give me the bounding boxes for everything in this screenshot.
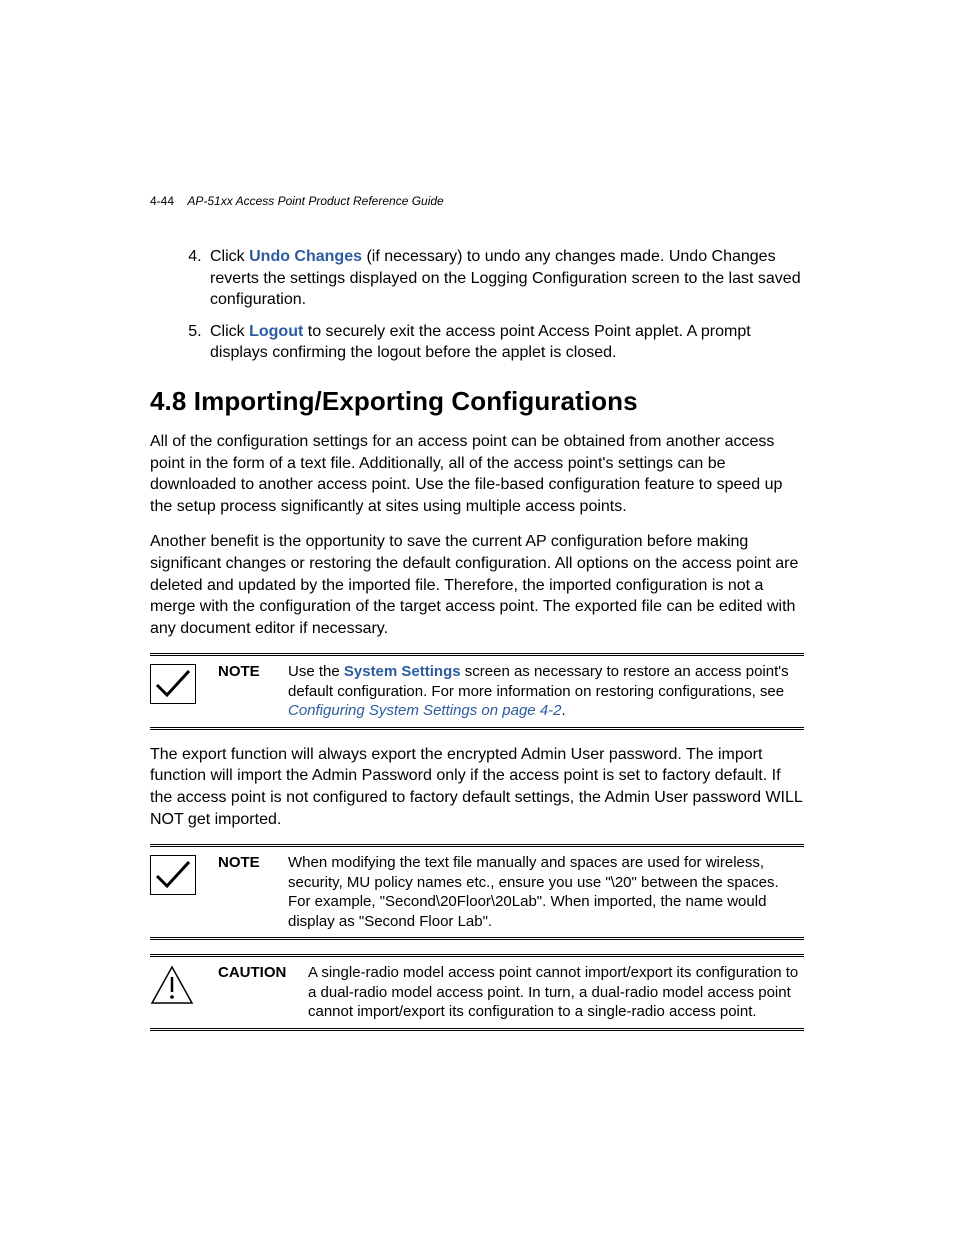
note-label: NOTE xyxy=(218,662,288,682)
intro-para-3: The export function will always export t… xyxy=(150,744,804,830)
intro-para-2: Another benefit is the opportunity to sa… xyxy=(150,531,804,639)
check-icon xyxy=(150,664,196,704)
undo-changes-button-label: Undo Changes xyxy=(249,248,362,265)
note-callout-1: NOTE Use the System Settings screen as n… xyxy=(150,653,804,730)
note-callout-2: NOTE When modifying the text file manual… xyxy=(150,844,804,940)
step-5-pre: Click xyxy=(210,323,249,340)
note-2-text: When modifying the text file manually an… xyxy=(288,853,804,931)
step-5: Click Logout to securely exit the access… xyxy=(206,321,804,364)
running-header: 4-44 AP-51xx Access Point Product Refere… xyxy=(150,194,444,208)
content: Click Undo Changes (if necessary) to und… xyxy=(150,246,804,1031)
check-icon-cell xyxy=(150,662,218,704)
logout-button-label: Logout xyxy=(249,323,303,340)
section-number: 4.8 xyxy=(150,386,186,416)
caution-label: CAUTION xyxy=(218,963,308,983)
system-settings-label: System Settings xyxy=(344,663,461,680)
note-1-text: Use the System Settings screen as necess… xyxy=(288,662,804,721)
note1-pre: Use the xyxy=(288,663,344,680)
section-heading: 4.8 Importing/Exporting Configurations xyxy=(150,386,804,417)
caution-callout: CAUTION A single-radio model access poin… xyxy=(150,954,804,1031)
check-icon xyxy=(150,855,196,895)
caution-text: A single-radio model access point cannot… xyxy=(308,963,804,1022)
note-label: NOTE xyxy=(218,853,288,873)
check-icon-cell-2 xyxy=(150,853,218,895)
step-4: Click Undo Changes (if necessary) to und… xyxy=(206,246,804,311)
page: 4-44 AP-51xx Access Point Product Refere… xyxy=(0,0,954,1235)
step-list: Click Undo Changes (if necessary) to und… xyxy=(190,246,804,364)
step-4-pre: Click xyxy=(210,248,249,265)
warning-icon-cell xyxy=(150,963,218,1005)
note1-post: . xyxy=(562,702,566,719)
page-number: 4-44 xyxy=(150,194,174,208)
section-title: Importing/Exporting Configurations xyxy=(194,386,638,416)
guide-title: AP-51xx Access Point Product Reference G… xyxy=(187,194,443,208)
intro-para-1: All of the configuration settings for an… xyxy=(150,431,804,517)
warning-icon xyxy=(150,965,194,1005)
xref-configuring-system-settings[interactable]: Configuring System Settings on page 4-2 xyxy=(288,702,562,719)
